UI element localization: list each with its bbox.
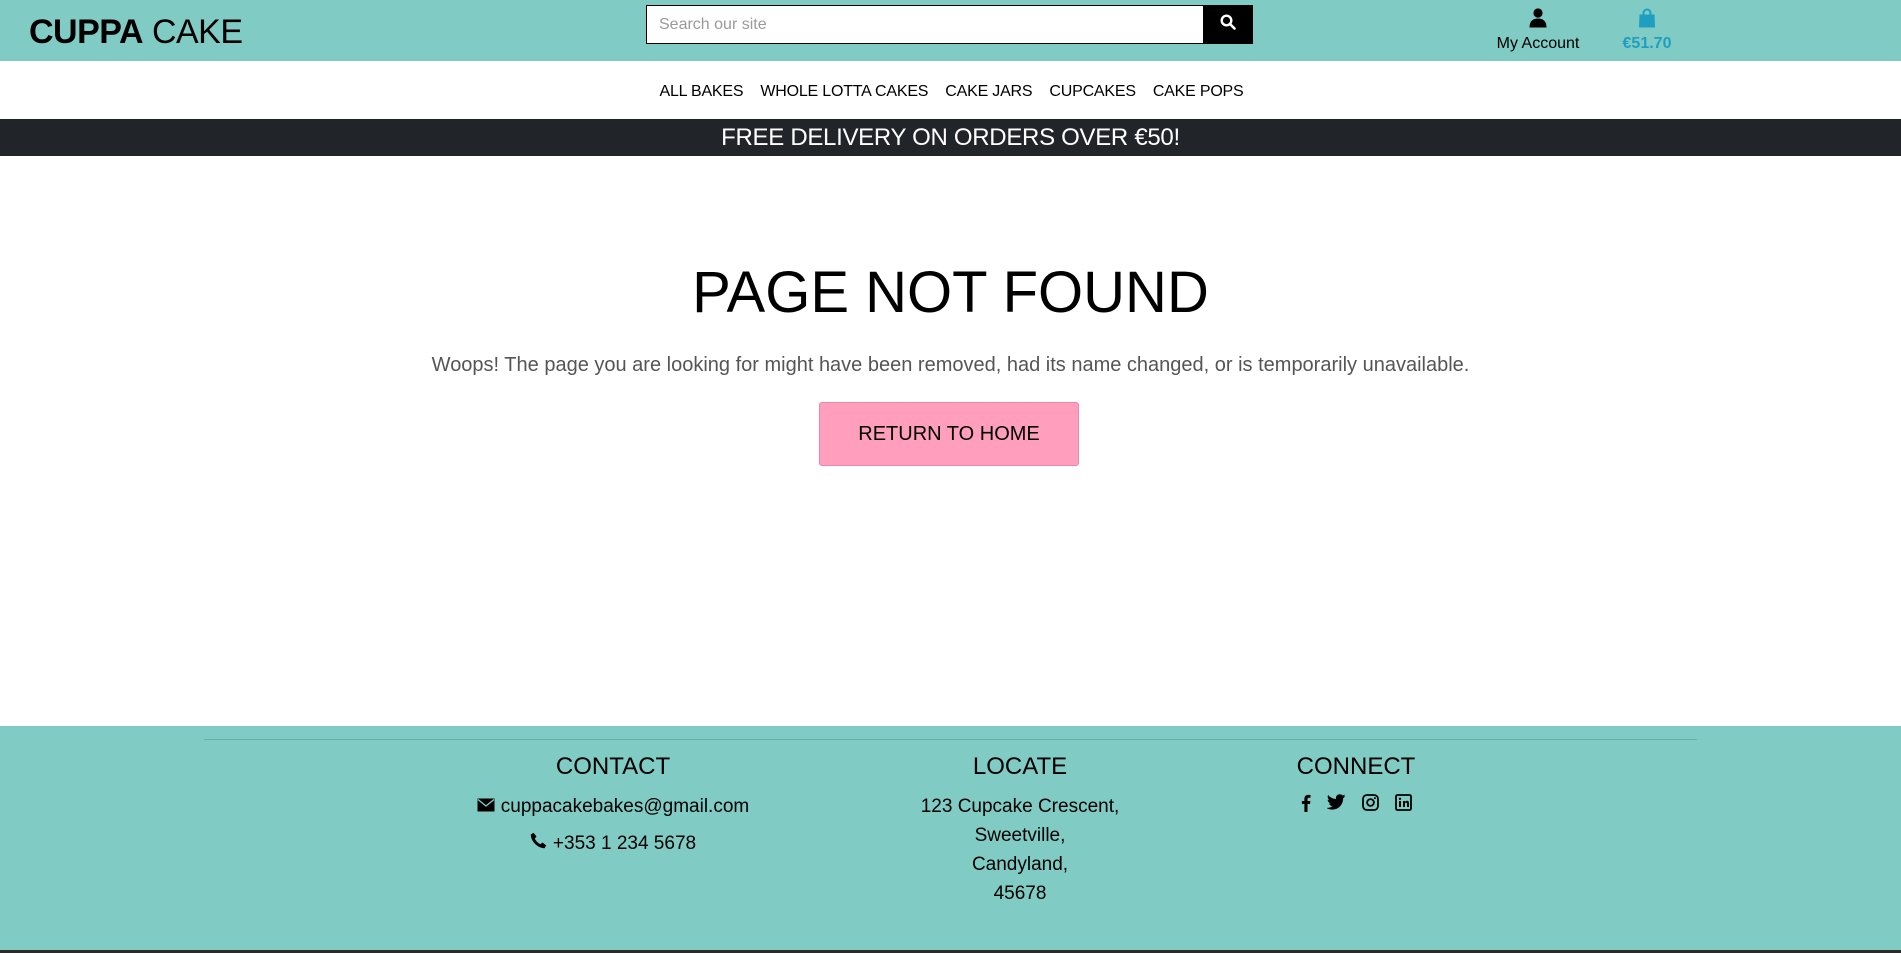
contact-email[interactable]: cuppacakebakes@gmail.com xyxy=(470,792,756,821)
nav-item-cake-jars[interactable]: CAKE JARS xyxy=(945,79,1032,101)
address-block: 123 Cupcake Crescent, Sweetville, Candyl… xyxy=(880,792,1160,908)
site-footer: CONTACT cuppacakebakes@gmail.com +353 1 … xyxy=(0,726,1901,953)
search-form xyxy=(646,5,1253,44)
address-line: Candyland, xyxy=(971,854,1069,875)
my-account-link[interactable]: My Account xyxy=(1490,8,1586,53)
delivery-banner: FREE DELIVERY ON ORDERS OVER €50! xyxy=(0,119,1901,156)
main-nav: ALL BAKES WHOLE LOTTA CAKES CAKE JARS CU… xyxy=(0,61,1901,119)
brand-logo[interactable]: CUPPA CAKE xyxy=(29,12,243,52)
contact-phone-text: +353 1 234 5678 xyxy=(552,833,697,854)
main-content: PAGE NOT FOUND Woops! The page you are l… xyxy=(0,156,1901,726)
linkedin-icon[interactable] xyxy=(1394,794,1412,812)
envelope-icon xyxy=(477,792,495,821)
facebook-icon[interactable] xyxy=(1301,794,1311,812)
search-input[interactable] xyxy=(646,5,1203,44)
footer-locate: LOCATE 123 Cupcake Crescent, Sweetville,… xyxy=(880,750,1160,908)
user-icon xyxy=(1529,8,1547,32)
search-icon xyxy=(1220,14,1236,35)
connect-heading: CONNECT xyxy=(1296,753,1416,780)
address-line: 45678 xyxy=(993,883,1047,904)
footer-divider xyxy=(204,739,1697,740)
page-title: PAGE NOT FOUND xyxy=(692,260,1209,325)
bag-total: €51.70 xyxy=(1622,35,1672,52)
error-message: Woops! The page you are looking for migh… xyxy=(431,354,1470,376)
nav-item-whole-lotta-cakes[interactable]: WHOLE LOTTA CAKES xyxy=(760,79,928,101)
shopping-bag-link[interactable]: €51.70 xyxy=(1616,8,1678,53)
twitter-icon[interactable] xyxy=(1326,794,1346,812)
brand-name-bold: CUPPA xyxy=(29,13,144,51)
top-header: CUPPA CAKE My Account xyxy=(0,0,1901,61)
brand-name-rest: CAKE xyxy=(151,13,243,51)
footer-connect: CONNECT xyxy=(1290,750,1422,812)
search-button[interactable] xyxy=(1203,5,1253,44)
address-line: Sweetville, xyxy=(974,825,1066,846)
nav-item-cupcakes[interactable]: CUPCAKES xyxy=(1049,79,1136,101)
contact-phone[interactable]: +353 1 234 5678 xyxy=(470,829,756,858)
contact-heading: CONTACT xyxy=(555,753,671,780)
footer-contact: CONTACT cuppacakebakes@gmail.com +353 1 … xyxy=(470,750,756,858)
instagram-icon[interactable] xyxy=(1361,794,1379,812)
return-home-button[interactable]: RETURN TO HOME xyxy=(819,402,1079,466)
contact-email-text: cuppacakebakes@gmail.com xyxy=(500,796,750,817)
address-line: 123 Cupcake Crescent, xyxy=(920,796,1120,817)
social-links xyxy=(1290,794,1422,812)
phone-icon xyxy=(530,829,547,858)
nav-item-cake-pops[interactable]: CAKE POPS xyxy=(1153,79,1244,101)
locate-heading: LOCATE xyxy=(972,753,1068,780)
nav-item-all-bakes[interactable]: ALL BAKES xyxy=(659,79,743,101)
my-account-label: My Account xyxy=(1496,35,1580,52)
shopping-bag-icon xyxy=(1638,8,1656,32)
